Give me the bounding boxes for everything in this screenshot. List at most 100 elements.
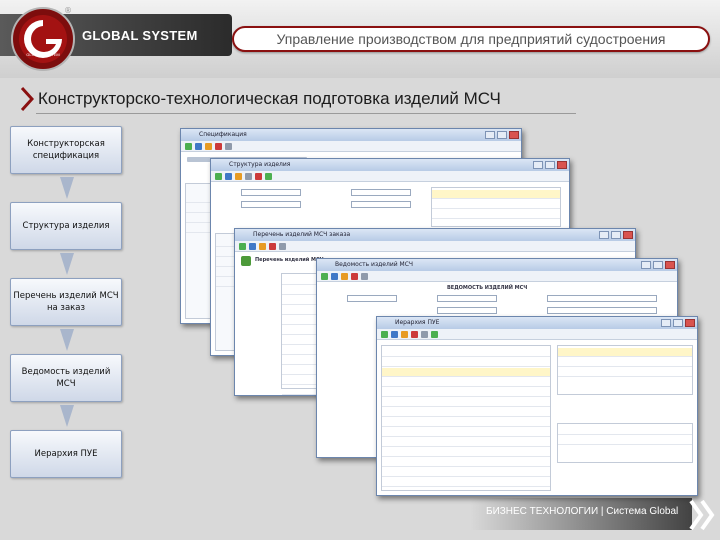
minimize-icon[interactable] — [485, 131, 495, 139]
input-field[interactable] — [437, 295, 497, 302]
close-icon[interactable] — [509, 131, 519, 139]
window-pue[interactable]: Иерархия ПУЕ — [376, 316, 698, 496]
add-icon[interactable] — [321, 272, 328, 280]
tree-row[interactable] — [382, 358, 550, 367]
minimize-icon[interactable] — [661, 319, 671, 327]
tree-row[interactable] — [382, 368, 550, 377]
refresh-icon[interactable] — [265, 172, 272, 180]
window-titlebar[interactable]: Иерархия ПУЕ — [377, 317, 697, 329]
delete-icon[interactable] — [269, 242, 276, 250]
flow-step-1[interactable]: Конструкторская спецификация — [10, 126, 122, 174]
close-icon[interactable] — [623, 231, 633, 239]
flow-arrow-down-icon — [60, 177, 74, 199]
tree-row[interactable] — [382, 418, 550, 427]
save-icon[interactable] — [331, 272, 338, 280]
tree-row[interactable] — [382, 448, 550, 457]
save-icon[interactable] — [195, 142, 202, 150]
logo-inner-text: GLOBAL SYSTEM — [26, 52, 59, 57]
folder-icon[interactable] — [341, 272, 348, 280]
window-titlebar[interactable]: Спецификация — [181, 129, 521, 141]
maximize-icon[interactable] — [653, 261, 663, 269]
input-field[interactable] — [347, 295, 397, 302]
section-heading: Конструкторско-технологическая подготовк… — [20, 84, 501, 114]
folder-icon[interactable] — [205, 142, 212, 150]
minimize-icon[interactable] — [533, 161, 543, 169]
print-icon[interactable] — [225, 142, 232, 150]
folder-icon[interactable] — [259, 242, 266, 250]
filter-icon[interactable] — [245, 172, 252, 180]
input-field[interactable] — [351, 189, 411, 196]
maximize-icon[interactable] — [545, 161, 555, 169]
filter-icon[interactable] — [421, 330, 428, 338]
print-icon[interactable] — [361, 272, 368, 280]
tree-row[interactable] — [382, 398, 550, 407]
input-field[interactable] — [241, 201, 301, 208]
flow-step-2[interactable]: Структура изделия — [10, 202, 122, 250]
delete-icon[interactable] — [351, 272, 358, 280]
tree-row[interactable] — [382, 438, 550, 447]
flow-arrow-down-icon — [60, 405, 74, 427]
folder-icon[interactable] — [401, 330, 408, 338]
tree-row[interactable] — [382, 348, 550, 357]
folder-icon[interactable] — [235, 172, 242, 180]
add-icon[interactable] — [185, 142, 192, 150]
maximize-icon[interactable] — [497, 131, 507, 139]
save-icon[interactable] — [391, 330, 398, 338]
delete-icon[interactable] — [411, 330, 418, 338]
footer-text: БИЗНЕС ТЕХНОЛОГИИ | Система Global — [486, 506, 679, 517]
window-titlebar[interactable]: Перечень изделий МСЧ заказа — [235, 229, 635, 241]
input-field[interactable] — [547, 307, 657, 314]
save-icon[interactable] — [225, 172, 232, 180]
window-titlebar[interactable]: Структура изделия — [211, 159, 569, 171]
input-field[interactable] — [547, 295, 657, 302]
window-titlebar[interactable]: Ведомость изделий МСЧ — [317, 259, 677, 271]
maximize-icon[interactable] — [673, 319, 683, 327]
print-icon[interactable] — [279, 242, 286, 250]
delete-icon[interactable] — [255, 172, 262, 180]
props-table[interactable] — [431, 187, 561, 227]
table-row[interactable] — [432, 190, 560, 199]
table-row[interactable] — [432, 210, 560, 219]
tree-row[interactable] — [382, 478, 550, 487]
flow-step-3[interactable]: Перечень изделий МСЧ на заказ — [10, 278, 122, 326]
close-icon[interactable] — [665, 261, 675, 269]
table-row[interactable] — [558, 368, 692, 377]
sub-panel[interactable] — [557, 423, 693, 463]
window-toolbar — [235, 241, 635, 252]
minimize-icon[interactable] — [641, 261, 651, 269]
flow-step-label: Структура изделия — [22, 221, 110, 231]
flow-step-5[interactable]: Иерархия ПУЕ — [10, 430, 122, 478]
add-icon[interactable] — [381, 330, 388, 338]
input-field[interactable] — [241, 189, 301, 196]
hierarchy-tree[interactable] — [381, 345, 551, 491]
refresh-icon[interactable] — [431, 330, 438, 338]
brand-name: GLOBAL SYSTEM — [82, 28, 198, 43]
add-icon[interactable] — [239, 242, 246, 250]
delete-icon[interactable] — [215, 142, 222, 150]
table-row[interactable] — [558, 436, 692, 445]
tree-row[interactable] — [382, 458, 550, 467]
details-panel[interactable] — [557, 345, 693, 395]
table-row[interactable] — [558, 348, 692, 357]
window-title: Иерархия ПУЕ — [395, 319, 440, 326]
input-field[interactable] — [437, 307, 497, 314]
window-title: Перечень изделий МСЧ заказа — [253, 231, 351, 238]
window-title: Спецификация — [199, 131, 247, 138]
flow-step-4[interactable]: Ведомость изделий МСЧ — [10, 354, 122, 402]
tree-row[interactable] — [382, 408, 550, 417]
tree-row[interactable] — [382, 468, 550, 477]
close-icon[interactable] — [685, 319, 695, 327]
window-body — [377, 341, 697, 495]
maximize-icon[interactable] — [611, 231, 621, 239]
table-row[interactable] — [558, 426, 692, 435]
close-icon[interactable] — [557, 161, 567, 169]
table-row[interactable] — [432, 200, 560, 209]
tree-row[interactable] — [382, 428, 550, 437]
save-icon[interactable] — [249, 242, 256, 250]
table-row[interactable] — [558, 358, 692, 367]
minimize-icon[interactable] — [599, 231, 609, 239]
add-icon[interactable] — [215, 172, 222, 180]
input-field[interactable] — [351, 201, 411, 208]
tree-row[interactable] — [382, 388, 550, 397]
tree-row[interactable] — [382, 378, 550, 387]
